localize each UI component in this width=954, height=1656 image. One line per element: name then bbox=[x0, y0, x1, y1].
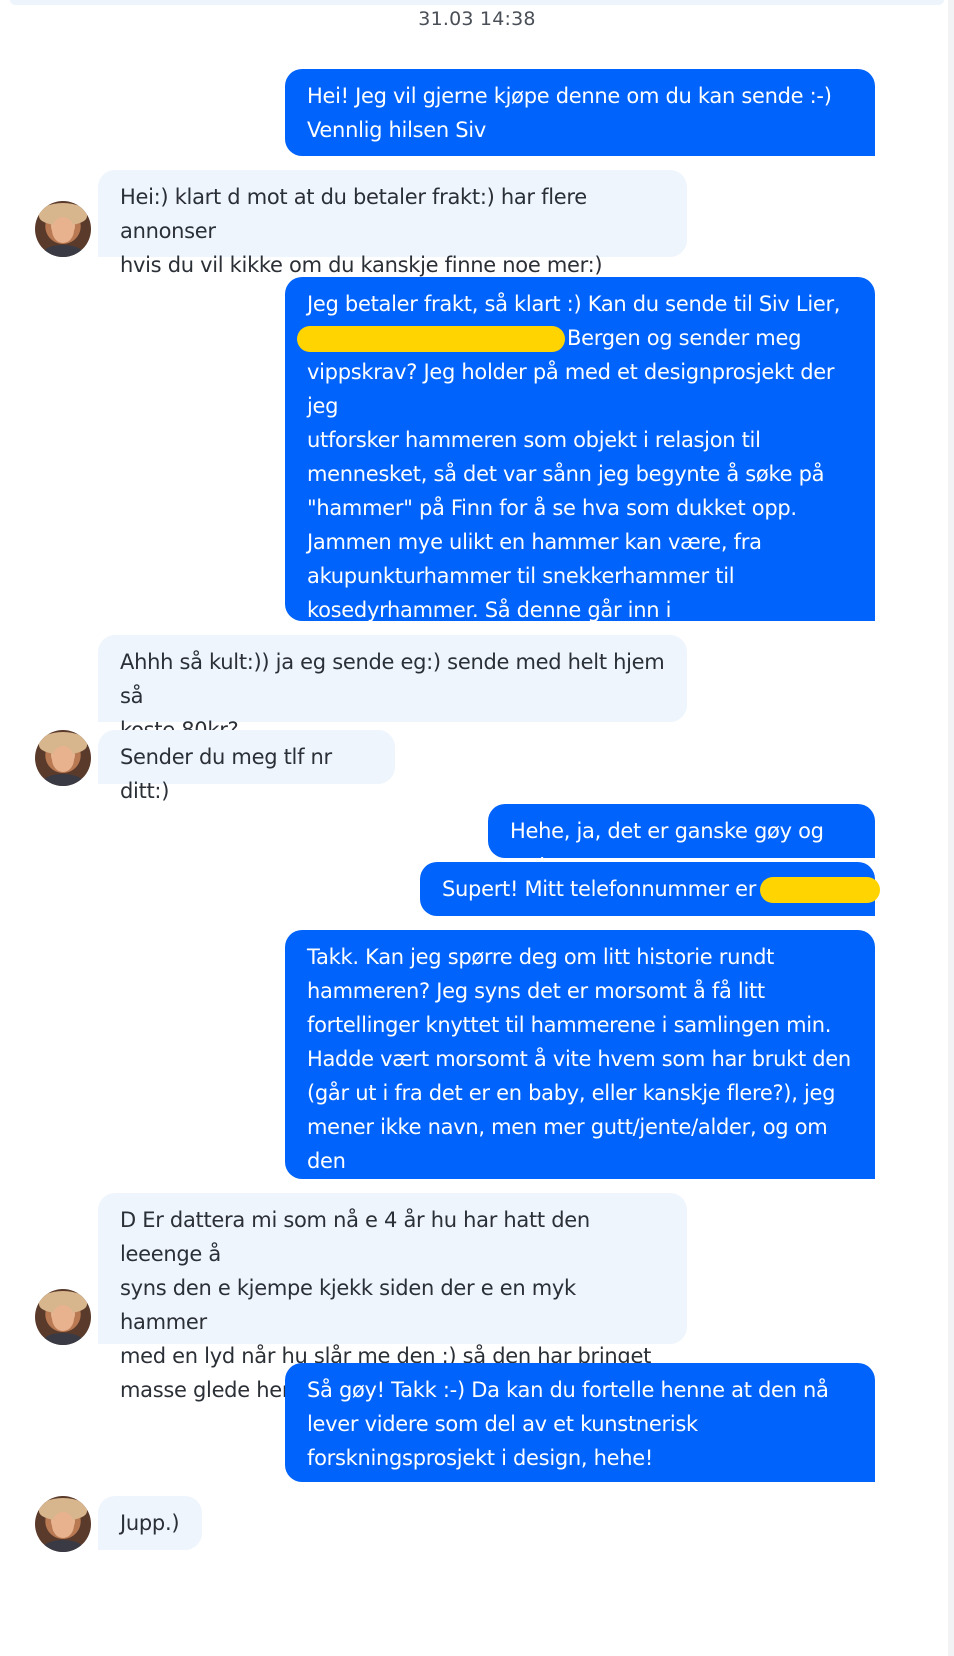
message-incoming[interactable]: D Er dattera mi som nå e 4 år hu har hat… bbox=[98, 1193, 687, 1402]
message-outgoing[interactable]: Jeg betaler frakt, så klart :) Kan du se… bbox=[285, 277, 875, 690]
message-outgoing[interactable]: Hehe, ja, det er ganske gøy og rart. bbox=[488, 804, 875, 877]
message-incoming[interactable]: Jupp.) bbox=[98, 1496, 202, 1550]
message-incoming[interactable]: Sender du meg tlf nr ditt:) bbox=[98, 730, 395, 803]
sender-avatar[interactable] bbox=[35, 730, 91, 786]
message-outgoing[interactable]: Hei! Jeg vil gjerne kjøpe denne om du ka… bbox=[285, 69, 875, 156]
sender-avatar[interactable] bbox=[35, 1496, 91, 1552]
redacted-address bbox=[297, 326, 565, 352]
top-bar bbox=[10, 0, 944, 5]
redacted-phone-number bbox=[760, 877, 881, 903]
message-text: Jeg betaler frakt, så klart :) Kan du se… bbox=[307, 292, 841, 316]
message-outgoing[interactable]: Så gøy! Takk :-) Da kan du fortelle henn… bbox=[285, 1363, 875, 1482]
message-text: Supert! Mitt telefonnummer er bbox=[442, 877, 757, 901]
conversation-timestamp: 31.03 14:38 bbox=[418, 8, 536, 30]
sender-avatar[interactable] bbox=[35, 1289, 91, 1345]
message-incoming[interactable]: Ahhh så kult:)) ja eg sende eg:) sende m… bbox=[98, 635, 687, 742]
chat-view: 31.03 14:38 Hei! Jeg vil gjerne kjøpe de… bbox=[0, 0, 954, 1656]
message-outgoing[interactable]: Supert! Mitt telefonnummer er bbox=[420, 862, 881, 916]
message-incoming[interactable]: Hei:) klart d mot at du betaler frakt:) … bbox=[98, 170, 687, 277]
message-text: Bergen og sender meg bbox=[567, 326, 802, 350]
sender-avatar[interactable] bbox=[35, 201, 91, 257]
scrollbar-track[interactable] bbox=[948, 0, 954, 1656]
message-outgoing[interactable]: Takk. Kan jeg spørre deg om litt histori… bbox=[285, 930, 875, 1207]
